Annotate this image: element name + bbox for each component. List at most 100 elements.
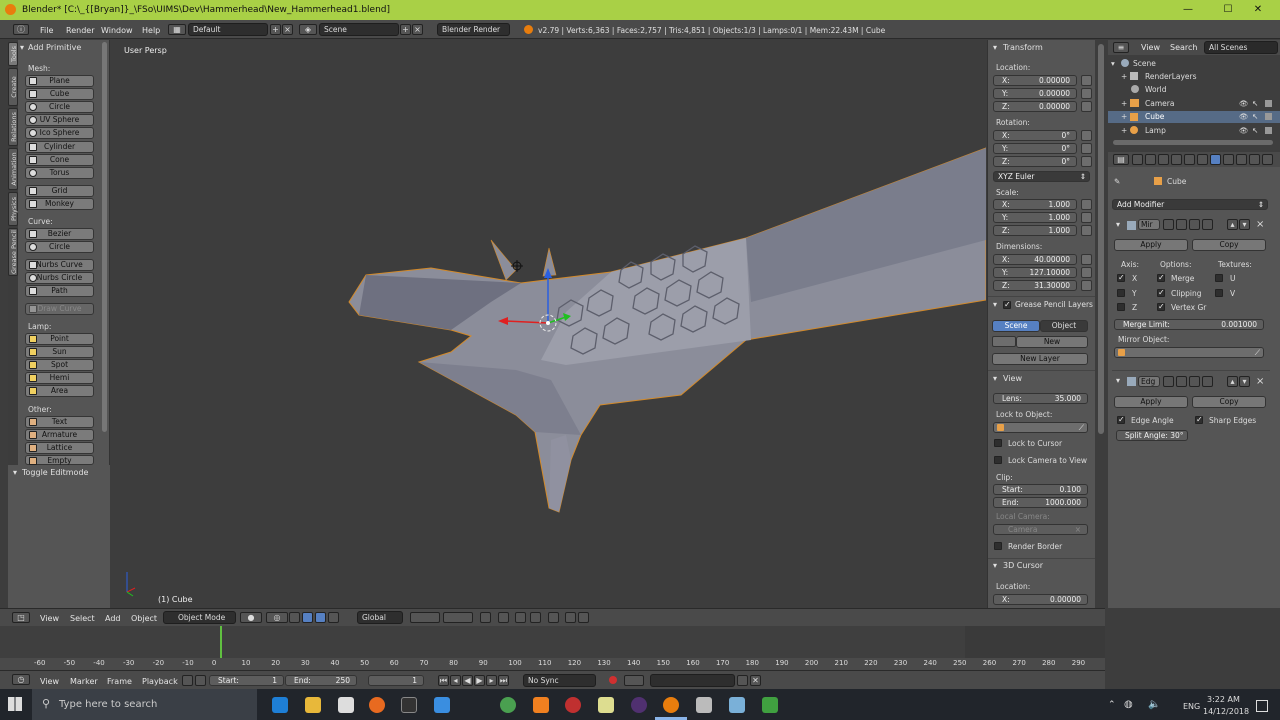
app-icon[interactable]	[762, 697, 778, 713]
lock-to-cursor-checkbox[interactable]	[994, 439, 1002, 447]
menu-add[interactable]: Add	[105, 614, 121, 623]
tab-tools[interactable]: Tools	[8, 42, 18, 66]
manipulator-icon[interactable]	[289, 612, 300, 623]
move-up-icon[interactable]: ▴	[1227, 219, 1238, 230]
gp-scene-toggle[interactable]: Scene	[992, 320, 1040, 332]
lock-icon[interactable]	[1081, 75, 1092, 86]
add-monkey-button[interactable]: Monkey	[25, 198, 94, 210]
dimension-y-field[interactable]: Y: 127.10000	[993, 267, 1077, 278]
editor-type-icon[interactable]: ⓘ	[13, 24, 29, 35]
outliner-scrollbar[interactable]	[1113, 140, 1273, 145]
interaction-mode-select[interactable]: Object Mode	[163, 611, 236, 624]
object-tab-icon[interactable]	[1184, 154, 1195, 165]
texture-v-checkbox[interactable]	[1215, 289, 1223, 297]
clipping-checkbox[interactable]	[1157, 288, 1165, 297]
lock-icon[interactable]	[1081, 225, 1092, 236]
add-nurbs-circle-button[interactable]: Nurbs Circle	[25, 272, 94, 284]
tab-grease-pencil[interactable]: Grease Pencil	[8, 228, 18, 276]
jump-keyframe-forward-icon[interactable]: ▸	[486, 675, 497, 686]
expand-arrow-icon[interactable]: +	[1121, 72, 1127, 81]
collapse-arrow-icon[interactable]: ▾	[20, 43, 24, 52]
keying-icon[interactable]	[624, 675, 644, 686]
record-icon[interactable]	[609, 676, 617, 684]
vlc-icon[interactable]	[533, 697, 549, 713]
outliner-editor-icon[interactable]: ≡	[1113, 42, 1129, 53]
lock-range-icon[interactable]	[195, 675, 206, 686]
tray-expand-icon[interactable]: ⌃	[1108, 700, 1116, 710]
cage-display-icon[interactable]	[1202, 219, 1213, 230]
outliner-display-select[interactable]: All Scenes	[1204, 41, 1278, 54]
lock-camera-checkbox[interactable]	[994, 456, 1002, 464]
add-text-button[interactable]: Text	[25, 416, 94, 428]
language-indicator[interactable]: ENG	[1183, 702, 1200, 711]
local-camera-field[interactable]: Camera ×	[993, 524, 1088, 535]
merge-limit-field[interactable]: Merge Limit: 0.001000	[1114, 319, 1264, 330]
expand-arrow-icon[interactable]: +	[1121, 126, 1127, 135]
scene-select[interactable]: Scene	[319, 23, 399, 36]
add-bezier-button[interactable]: Bezier	[25, 228, 94, 240]
app-icon[interactable]	[729, 697, 745, 713]
rotation-mode-select[interactable]: XYZ Euler ⇕	[993, 171, 1090, 182]
current-frame-field[interactable]: 1	[368, 675, 424, 686]
expand-arrow-icon[interactable]: ▾	[1111, 59, 1115, 68]
toolshelf-scrollbar[interactable]	[102, 42, 107, 432]
edit-mode-display-icon[interactable]	[1163, 376, 1174, 387]
render-camera-icon[interactable]	[1265, 113, 1272, 120]
network-icon[interactable]: ◍	[1124, 699, 1133, 710]
menu-select[interactable]: Select	[70, 614, 95, 623]
move-down-icon[interactable]: ▾	[1239, 219, 1250, 230]
mirror-object-field[interactable]: ⟋	[1114, 347, 1264, 358]
cage-display-icon[interactable]	[1202, 376, 1213, 387]
3d-viewport[interactable]: User Persp (1) Cube	[111, 40, 986, 608]
add-cone-button[interactable]: Cone	[25, 154, 94, 166]
add-cylinder-button[interactable]: Cylinder	[25, 141, 94, 153]
add-path-button[interactable]: Path	[25, 285, 94, 297]
scene-add-button[interactable]: +	[400, 24, 411, 35]
play-reverse-icon[interactable]: ◀	[462, 675, 473, 686]
edge-split-copy-button[interactable]: Copy	[1192, 396, 1266, 408]
data-tab-icon[interactable]	[1223, 154, 1234, 165]
pivot-point-icon[interactable]: ◎	[266, 612, 288, 623]
add-circle-button[interactable]: Circle	[25, 101, 94, 113]
menu-render[interactable]: Render	[66, 26, 94, 35]
timeline-frame-menu[interactable]: Frame	[107, 677, 132, 686]
lock-icon[interactable]	[1081, 88, 1092, 99]
render-layers-tab-icon[interactable]	[1145, 154, 1156, 165]
edge-browser-icon[interactable]	[272, 697, 288, 713]
start-frame-field[interactable]: Start: 1	[209, 675, 284, 686]
lock-icon[interactable]	[1081, 101, 1092, 112]
eyedropper-icon[interactable]: ⟋	[1079, 423, 1084, 432]
timeline[interactable]: -60 -50 -40 -30 -20 -10 0 10 20 30 40 50 60 70 80 90 100…	[0, 626, 1105, 670]
edge-angle-checkbox[interactable]	[1117, 415, 1125, 424]
close-button[interactable]: ✕	[1235, 0, 1280, 20]
tab-create[interactable]: Create	[8, 68, 18, 106]
remove-modifier-icon[interactable]: ×	[1256, 376, 1264, 387]
add-empty-button[interactable]: Empty	[25, 455, 94, 465]
properties-editor-icon[interactable]: ▤	[1113, 154, 1129, 165]
scene-tab-icon[interactable]	[1158, 154, 1169, 165]
lock-icon[interactable]	[1081, 212, 1092, 223]
modifiers-tab-icon[interactable]	[1210, 154, 1221, 165]
end-frame-field[interactable]: End: 250	[285, 675, 357, 686]
add-grid-button[interactable]: Grid	[25, 185, 94, 197]
add-uv-sphere-button[interactable]: UV Sphere	[25, 114, 94, 126]
location-y-field[interactable]: Y: 0.00000	[993, 88, 1077, 99]
add-plane-button[interactable]: Plane	[25, 75, 94, 87]
lens-field[interactable]: Lens: 35.000	[993, 393, 1088, 404]
chrome-icon[interactable]	[500, 697, 516, 713]
gp-new-layer-button[interactable]: New Layer	[992, 353, 1088, 365]
render-border-checkbox[interactable]	[994, 542, 1002, 550]
add-modifier-select[interactable]: Add Modifier ⇕	[1112, 199, 1268, 210]
render-display-icon[interactable]	[1176, 219, 1187, 230]
clear-icon[interactable]: ×	[1075, 525, 1081, 534]
scale-x-field[interactable]: X: 1.000	[993, 199, 1077, 210]
snap-target-icon[interactable]	[530, 612, 541, 623]
material-tab-icon[interactable]	[1236, 154, 1247, 165]
lock-icon[interactable]	[1081, 267, 1092, 278]
rotate-icon[interactable]	[315, 612, 326, 623]
rotation-x-field[interactable]: X: 0°	[993, 130, 1077, 141]
menu-help[interactable]: Help	[142, 26, 160, 35]
particles-tab-icon[interactable]	[1262, 154, 1273, 165]
menu-window[interactable]: Window	[101, 26, 133, 35]
npanel-scrollbar[interactable]	[1098, 44, 1104, 434]
